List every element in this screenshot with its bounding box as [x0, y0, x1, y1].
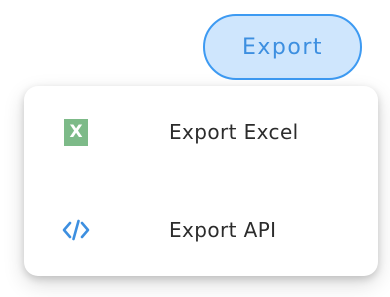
export-button[interactable]: Export [203, 14, 362, 80]
code-icon-svg [62, 219, 90, 241]
excel-icon: X [62, 118, 90, 146]
menu-item-label: Export API [169, 218, 277, 242]
menu-item-label: Export Excel [169, 120, 299, 144]
menu-item-export-api[interactable]: Export API [24, 190, 378, 270]
excel-icon-glyph: X [64, 118, 88, 146]
export-dropdown-screen: Export X Export Excel Export API [0, 0, 390, 297]
code-icon [62, 216, 90, 244]
menu-item-export-excel[interactable]: X Export Excel [24, 92, 378, 172]
export-menu: X Export Excel Export API [24, 86, 378, 276]
export-button-label: Export [241, 34, 323, 60]
